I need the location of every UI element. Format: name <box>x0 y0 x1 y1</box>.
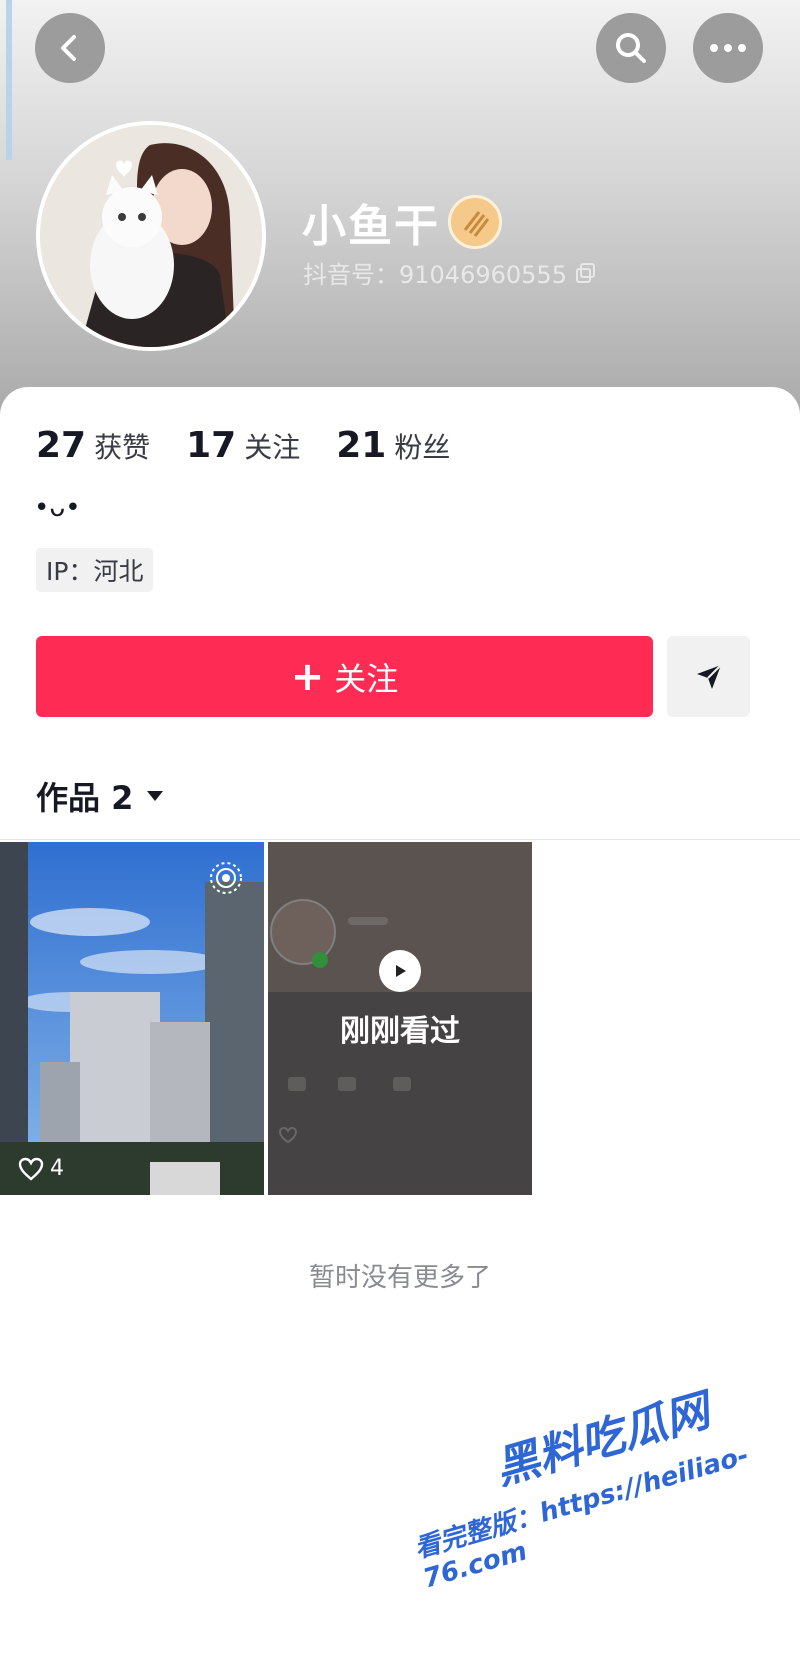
video-thumbnail[interactable]: 4 <box>0 842 264 1195</box>
stats-row: 27 获赞 17 关注 21 粉丝 <box>36 425 486 466</box>
follow-label: 关注 <box>334 659 399 698</box>
chevron-left-icon <box>61 35 76 61</box>
avatar-image <box>40 125 262 347</box>
tab-works[interactable]: 作品 2 <box>36 773 165 819</box>
more-icon <box>710 44 746 52</box>
stat-label: 关注 <box>244 431 301 464</box>
play-icon <box>379 950 421 992</box>
live-icon <box>210 862 242 894</box>
share-button[interactable] <box>667 636 750 717</box>
video-thumbnail-recent[interactable]: 刚刚看过 <box>268 842 532 1195</box>
back-button[interactable] <box>35 13 105 83</box>
more-button[interactable] <box>693 13 763 83</box>
stat-value: 17 <box>186 425 237 466</box>
search-button[interactable] <box>596 13 666 83</box>
caret-down-icon <box>147 791 164 801</box>
bio-text: •ᴗ• <box>34 493 81 523</box>
like-count-text: 4 <box>50 1156 64 1181</box>
stat-followers[interactable]: 21 粉丝 <box>336 425 450 466</box>
profile-name: 小鱼干 <box>302 201 440 252</box>
follow-button[interactable]: + 关注 <box>36 636 653 717</box>
plus-icon: + <box>290 653 325 700</box>
avatar[interactable] <box>36 121 266 351</box>
copy-icon[interactable] <box>575 262 597 284</box>
profile-header: 小鱼干 抖音号：91046960555 <box>0 0 800 420</box>
send-icon <box>696 663 722 689</box>
stat-value: 27 <box>36 425 87 466</box>
edge-strip <box>6 0 12 160</box>
like-count: 4 <box>18 1156 64 1181</box>
end-of-list-text: 暂时没有更多了 <box>308 1263 491 1293</box>
stat-label: 获赞 <box>94 431 151 464</box>
recently-viewed-overlay: 刚刚看过 <box>268 950 532 1050</box>
stat-likes: 27 获赞 <box>36 425 150 466</box>
douyin-id-text: 抖音号：91046960555 <box>303 261 567 289</box>
ip-location-tag: IP：河北 <box>36 548 154 592</box>
heart-icon <box>18 1157 44 1181</box>
douyin-id: 抖音号：91046960555 <box>303 255 597 290</box>
divider <box>0 839 800 840</box>
stat-value: 21 <box>336 425 387 466</box>
stat-label: 粉丝 <box>394 431 451 464</box>
badge-icon[interactable] <box>448 195 502 249</box>
stat-following[interactable]: 17 关注 <box>186 425 300 466</box>
works-tab-label: 作品 2 <box>36 779 134 817</box>
recently-viewed-label: 刚刚看过 <box>340 1014 460 1049</box>
search-icon <box>616 33 646 63</box>
name-row: 小鱼干 <box>302 190 502 254</box>
